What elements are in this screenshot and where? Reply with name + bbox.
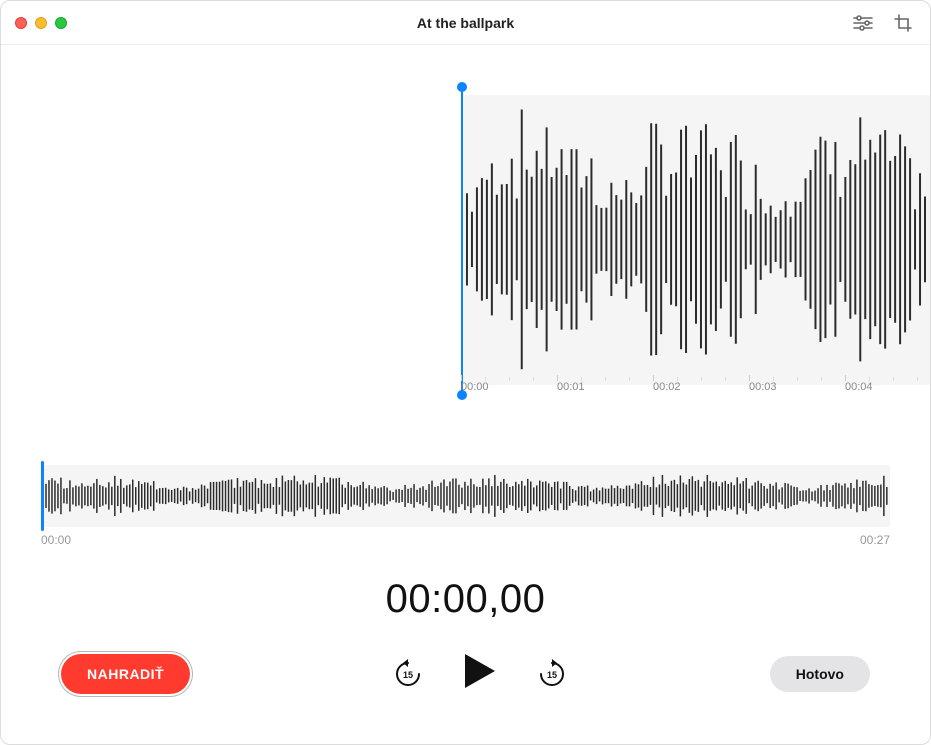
editor-area: 00:0000:0100:0200:0300:040 00:00 00:27 0… <box>1 45 930 744</box>
waveform-large-svg <box>461 95 930 384</box>
trim-icon[interactable] <box>892 12 914 34</box>
skip-forward-15-button[interactable]: 15 <box>537 659 567 689</box>
app-window: At the ballpark 00:0000:0100:0200:0 <box>0 0 931 745</box>
overview-track-container: 00:00 00:27 <box>41 465 890 547</box>
waveform-overview-svg <box>41 465 890 527</box>
ruler-tick: 00:00 <box>461 381 489 405</box>
overview-track[interactable] <box>41 465 890 527</box>
titlebar: At the ballpark <box>1 1 930 45</box>
window-controls <box>1 17 67 29</box>
detailed-waveform[interactable]: 00:0000:0100:0200:0300:040 <box>1 95 930 405</box>
zoom-window-button[interactable] <box>55 17 67 29</box>
skip-back-15-button[interactable]: 15 <box>393 659 423 689</box>
done-button[interactable]: Hotovo <box>770 656 870 692</box>
replace-button[interactable]: NAHRADIŤ <box>61 654 190 694</box>
overview-start-time: 00:00 <box>41 533 71 547</box>
time-ruler: 00:0000:0100:0200:0300:040 <box>1 381 930 405</box>
play-button[interactable] <box>463 652 497 695</box>
skip-fwd-label: 15 <box>547 670 557 680</box>
playhead[interactable] <box>461 87 463 395</box>
ruler-tick: 00:04 <box>845 381 873 405</box>
overview-playhead[interactable] <box>41 461 44 531</box>
current-time-display: 00:00,00 <box>1 577 930 622</box>
skip-back-label: 15 <box>403 670 413 680</box>
close-window-button[interactable] <box>15 17 27 29</box>
playback-controls: NAHRADIŤ 15 15 <box>1 622 930 725</box>
ruler-tick: 00:01 <box>557 381 585 405</box>
minimize-window-button[interactable] <box>35 17 47 29</box>
recording-title: At the ballpark <box>1 15 930 31</box>
settings-icon[interactable] <box>852 12 874 34</box>
ruler-tick: 00:03 <box>749 381 777 405</box>
overview-end-time: 00:27 <box>860 533 890 547</box>
ruler-tick: 00:02 <box>653 381 681 405</box>
